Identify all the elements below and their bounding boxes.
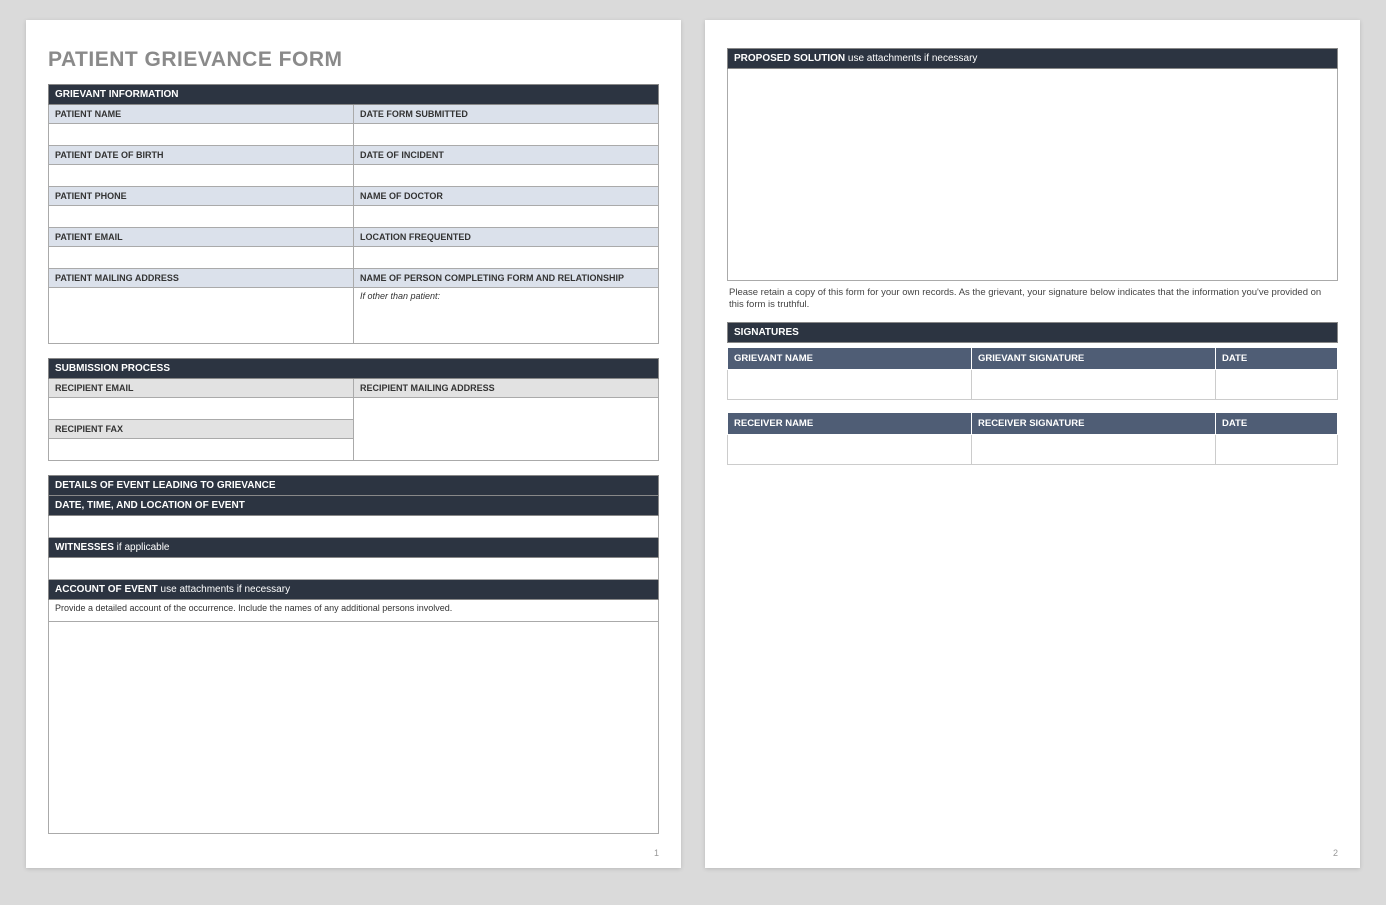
page-1: PATIENT GRIEVANCE FORM GRIEVANT INFORMAT…	[26, 20, 681, 868]
label-receiver-date: DATE	[1216, 412, 1338, 434]
input-receiver-date[interactable]	[1216, 434, 1338, 464]
label-doctor: NAME OF DOCTOR	[354, 187, 659, 206]
signatures-header: SIGNATURES	[728, 322, 1338, 342]
input-patient-name[interactable]	[49, 124, 354, 146]
input-grievant-name[interactable]	[728, 369, 972, 399]
label-patient-name: PATIENT NAME	[49, 105, 354, 124]
input-doctor[interactable]	[354, 206, 659, 228]
label-date-submitted: DATE FORM SUBMITTED	[354, 105, 659, 124]
label-account: ACCOUNT OF EVENT use attachments if nece…	[49, 580, 659, 600]
label-grievant-date: DATE	[1216, 347, 1338, 369]
input-receiver-name[interactable]	[728, 434, 972, 464]
label-dob: PATIENT DATE OF BIRTH	[49, 146, 354, 165]
account-instruction: Provide a detailed account of the occurr…	[49, 600, 659, 622]
grievant-info-table: GRIEVANT INFORMATION PATIENT NAME DATE F…	[48, 84, 659, 344]
label-witnesses: WITNESSES if applicable	[49, 538, 659, 558]
input-rec-mail[interactable]	[354, 398, 659, 461]
input-datetime[interactable]	[49, 516, 659, 538]
input-witnesses[interactable]	[49, 558, 659, 580]
details-table: DETAILS OF EVENT LEADING TO GRIEVANCE DA…	[48, 475, 659, 834]
submission-header: SUBMISSION PROCESS	[49, 359, 659, 379]
form-title: PATIENT GRIEVANCE FORM	[48, 48, 659, 72]
input-account[interactable]	[49, 622, 659, 834]
label-location: LOCATION FREQUENTED	[354, 228, 659, 247]
page-number-2: 2	[1333, 848, 1338, 858]
label-grievant-sig: GRIEVANT SIGNATURE	[972, 347, 1216, 369]
input-dob[interactable]	[49, 165, 354, 187]
solution-header: PROPOSED SOLUTION use attachments if nec…	[728, 49, 1338, 69]
input-receiver-sig[interactable]	[972, 434, 1216, 464]
input-phone[interactable]	[49, 206, 354, 228]
label-datetime: DATE, TIME, AND LOCATION OF EVENT	[49, 496, 659, 516]
input-email[interactable]	[49, 247, 354, 269]
label-receiver-name: RECEIVER NAME	[728, 412, 972, 434]
input-grievant-sig[interactable]	[972, 369, 1216, 399]
label-receiver-sig: RECEIVER SIGNATURE	[972, 412, 1216, 434]
disclaimer-text: Please retain a copy of this form for yo…	[727, 281, 1338, 322]
submission-table: SUBMISSION PROCESS RECIPIENT EMAIL RECIP…	[48, 358, 659, 461]
receiver-sig-table: RECEIVER NAME RECEIVER SIGNATURE DATE	[727, 412, 1338, 465]
input-date-submitted[interactable]	[354, 124, 659, 146]
grievant-sig-table: GRIEVANT NAME GRIEVANT SIGNATURE DATE	[727, 347, 1338, 400]
input-mailing[interactable]	[49, 288, 354, 344]
input-solution[interactable]	[728, 69, 1338, 281]
input-grievant-date[interactable]	[1216, 369, 1338, 399]
input-date-incident[interactable]	[354, 165, 659, 187]
label-date-incident: DATE OF INCIDENT	[354, 146, 659, 165]
label-phone: PATIENT PHONE	[49, 187, 354, 206]
label-completing: NAME OF PERSON COMPLETING FORM AND RELAT…	[354, 269, 659, 288]
grievant-info-header: GRIEVANT INFORMATION	[49, 85, 659, 105]
label-rec-fax: RECIPIENT FAX	[49, 420, 354, 439]
solution-table: PROPOSED SOLUTION use attachments if nec…	[727, 48, 1338, 281]
if-other-note: If other than patient:	[360, 291, 440, 301]
page-2: PROPOSED SOLUTION use attachments if nec…	[705, 20, 1360, 868]
label-grievant-name: GRIEVANT NAME	[728, 347, 972, 369]
label-rec-mail: RECIPIENT MAILING ADDRESS	[354, 379, 659, 398]
label-rec-email: RECIPIENT EMAIL	[49, 379, 354, 398]
label-mailing: PATIENT MAILING ADDRESS	[49, 269, 354, 288]
input-rec-fax[interactable]	[49, 439, 354, 461]
details-header: DETAILS OF EVENT LEADING TO GRIEVANCE	[49, 476, 659, 496]
input-location[interactable]	[354, 247, 659, 269]
page-number-1: 1	[654, 848, 659, 858]
signatures-table: SIGNATURES	[727, 322, 1338, 343]
input-rec-email[interactable]	[49, 398, 354, 420]
input-completing[interactable]: If other than patient:	[354, 288, 659, 344]
label-email: PATIENT EMAIL	[49, 228, 354, 247]
